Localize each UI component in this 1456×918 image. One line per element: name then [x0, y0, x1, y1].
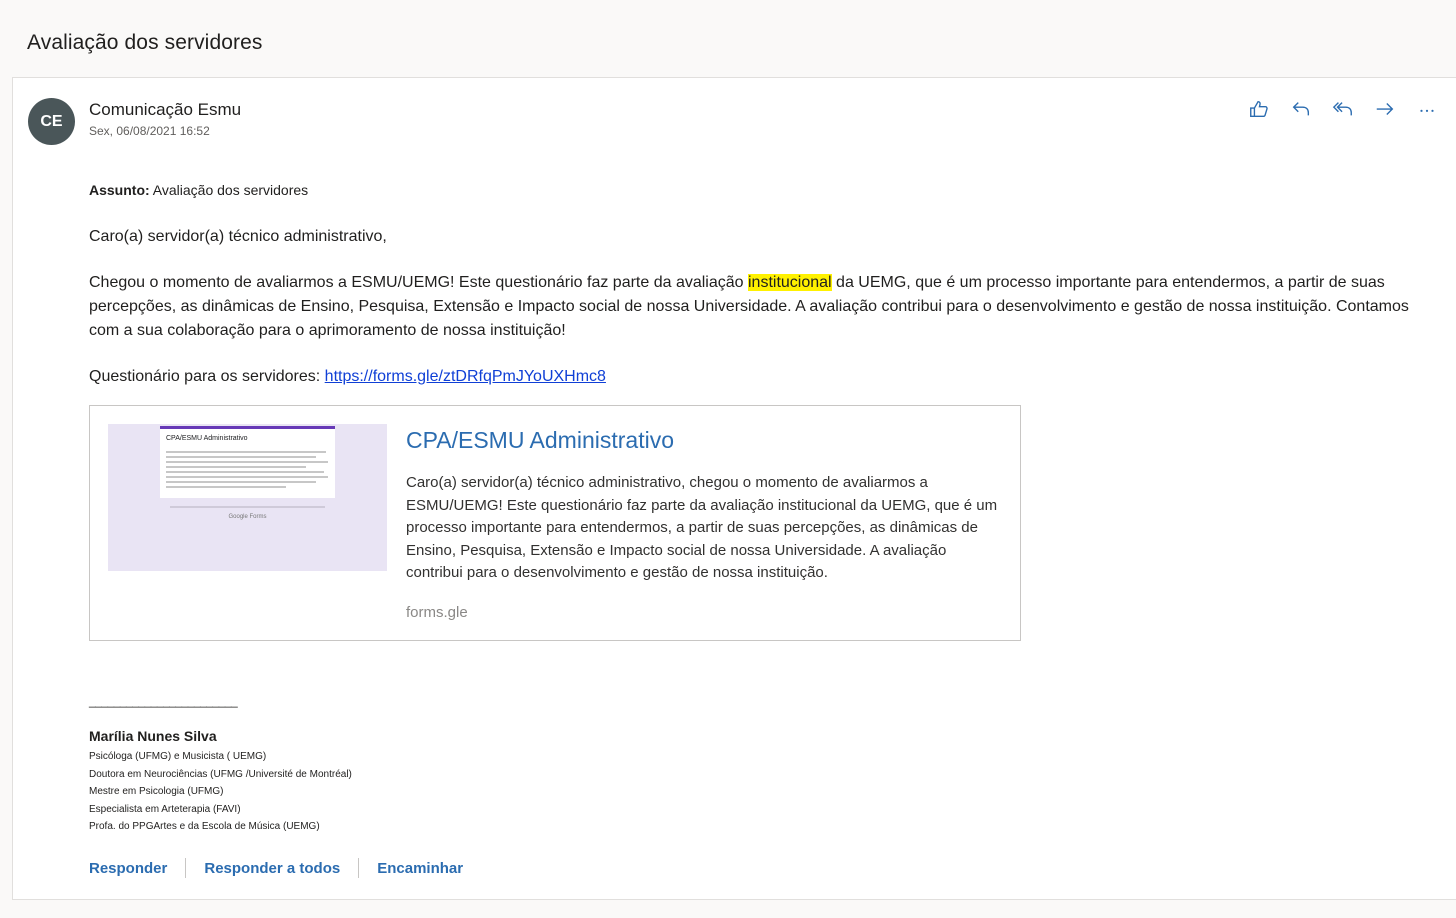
like-icon: [1250, 100, 1268, 118]
signature-rule: ________________________: [89, 694, 238, 708]
questionnaire-link[interactable]: https://forms.gle/ztDRfqPmJYoUXHmc8: [325, 368, 606, 385]
link-preview-thumbnail: CPA/ESMU Administrativo Google Forms: [108, 424, 387, 571]
paragraph-text-before: Chegou o momento de avaliarmos a ESMU/UE…: [89, 274, 748, 291]
thumbnail-text-line: [166, 461, 328, 463]
signature-line: Doutora em Neurociências (UFMG /Universi…: [89, 768, 352, 780]
signature-line: Mestre em Psicologia (UFMG): [89, 786, 224, 797]
thumbnail-google-forms: Google Forms: [228, 514, 267, 520]
subject-label: Assunto:: [89, 182, 150, 198]
thumbnail-text-line: [166, 451, 326, 453]
signature-line: Especialista em Arteterapia (FAVI): [89, 803, 241, 815]
email-subject-title: Avaliação dos servidores: [27, 31, 263, 54]
greeting: Caro(a) servidor(a) técnico administrati…: [89, 228, 387, 245]
reply-all-icon: [1332, 102, 1352, 116]
link-preview-card[interactable]: CPA/ESMU Administrativo Google Forms CPA…: [89, 405, 1021, 641]
body-paragraph: Chegou o momento de avaliarmos a ESMU/UE…: [89, 271, 1429, 343]
link-preview-description: Caro(a) servidor(a) técnico administrati…: [406, 474, 998, 581]
divider: [358, 858, 360, 878]
more-button[interactable]: [1408, 94, 1446, 124]
subject-bar: Avaliação dos servidores: [0, 0, 1456, 78]
message-card: CE Comunicação Esmu Sex, 06/08/2021 16:5…: [12, 77, 1456, 900]
subject-line: Assunto: Avaliação dos servidores: [89, 182, 308, 198]
subject-value: Avaliação dos servidores: [149, 182, 309, 198]
thumbnail-text-line: [166, 476, 328, 478]
like-button[interactable]: [1240, 94, 1278, 124]
reply-button[interactable]: [1282, 94, 1320, 124]
footer-reply-button[interactable]: Responder: [89, 860, 167, 877]
footer-actions: Responder Responder a todos Encaminhar: [89, 858, 463, 878]
reply-all-button[interactable]: [1324, 94, 1362, 124]
signature-details: Psicóloga (UFMG) e Musicista ( UEMG) Dou…: [89, 748, 352, 836]
thumbnail-text-line: [166, 456, 316, 458]
signature-name: Marília Nunes Silva: [89, 728, 217, 744]
footer-forward-button[interactable]: Encaminhar: [377, 860, 463, 877]
avatar[interactable]: CE: [28, 98, 75, 145]
questionnaire-line: Questionário para os servidores: https:/…: [89, 365, 606, 389]
sent-date: Sex, 06/08/2021 16:52: [89, 124, 210, 138]
sender-name[interactable]: Comunicação Esmu: [89, 100, 241, 120]
divider: [185, 858, 187, 878]
signature-line: Psicóloga (UFMG) e Musicista ( UEMG): [89, 751, 267, 762]
forward-icon: [1376, 103, 1394, 115]
link-preview-domain: forms.gle: [406, 604, 468, 621]
highlighted-word: institucional: [748, 274, 832, 291]
thumbnail-text-line: [166, 486, 286, 488]
thumbnail-form-card: CPA/ESMU Administrativo: [160, 426, 335, 498]
questionnaire-label: Questionário para os servidores:: [89, 368, 325, 385]
message-actions: [1240, 94, 1446, 124]
forward-button[interactable]: [1366, 94, 1404, 124]
thumbnail-text-line: [166, 466, 306, 468]
thumbnail-disclaimer-line: [170, 506, 325, 508]
reply-icon: [1292, 102, 1310, 116]
signature-line: Profa. do PPGArtes e da Escola de Música…: [89, 821, 320, 832]
thumbnail-text-line: [166, 481, 316, 483]
footer-reply-all-button[interactable]: Responder a todos: [204, 860, 340, 877]
thumbnail-text-line: [166, 471, 324, 473]
thumbnail-title: CPA/ESMU Administrativo: [166, 435, 248, 442]
link-preview-title[interactable]: CPA/ESMU Administrativo: [406, 427, 674, 454]
more-icon: [1420, 109, 1434, 112]
